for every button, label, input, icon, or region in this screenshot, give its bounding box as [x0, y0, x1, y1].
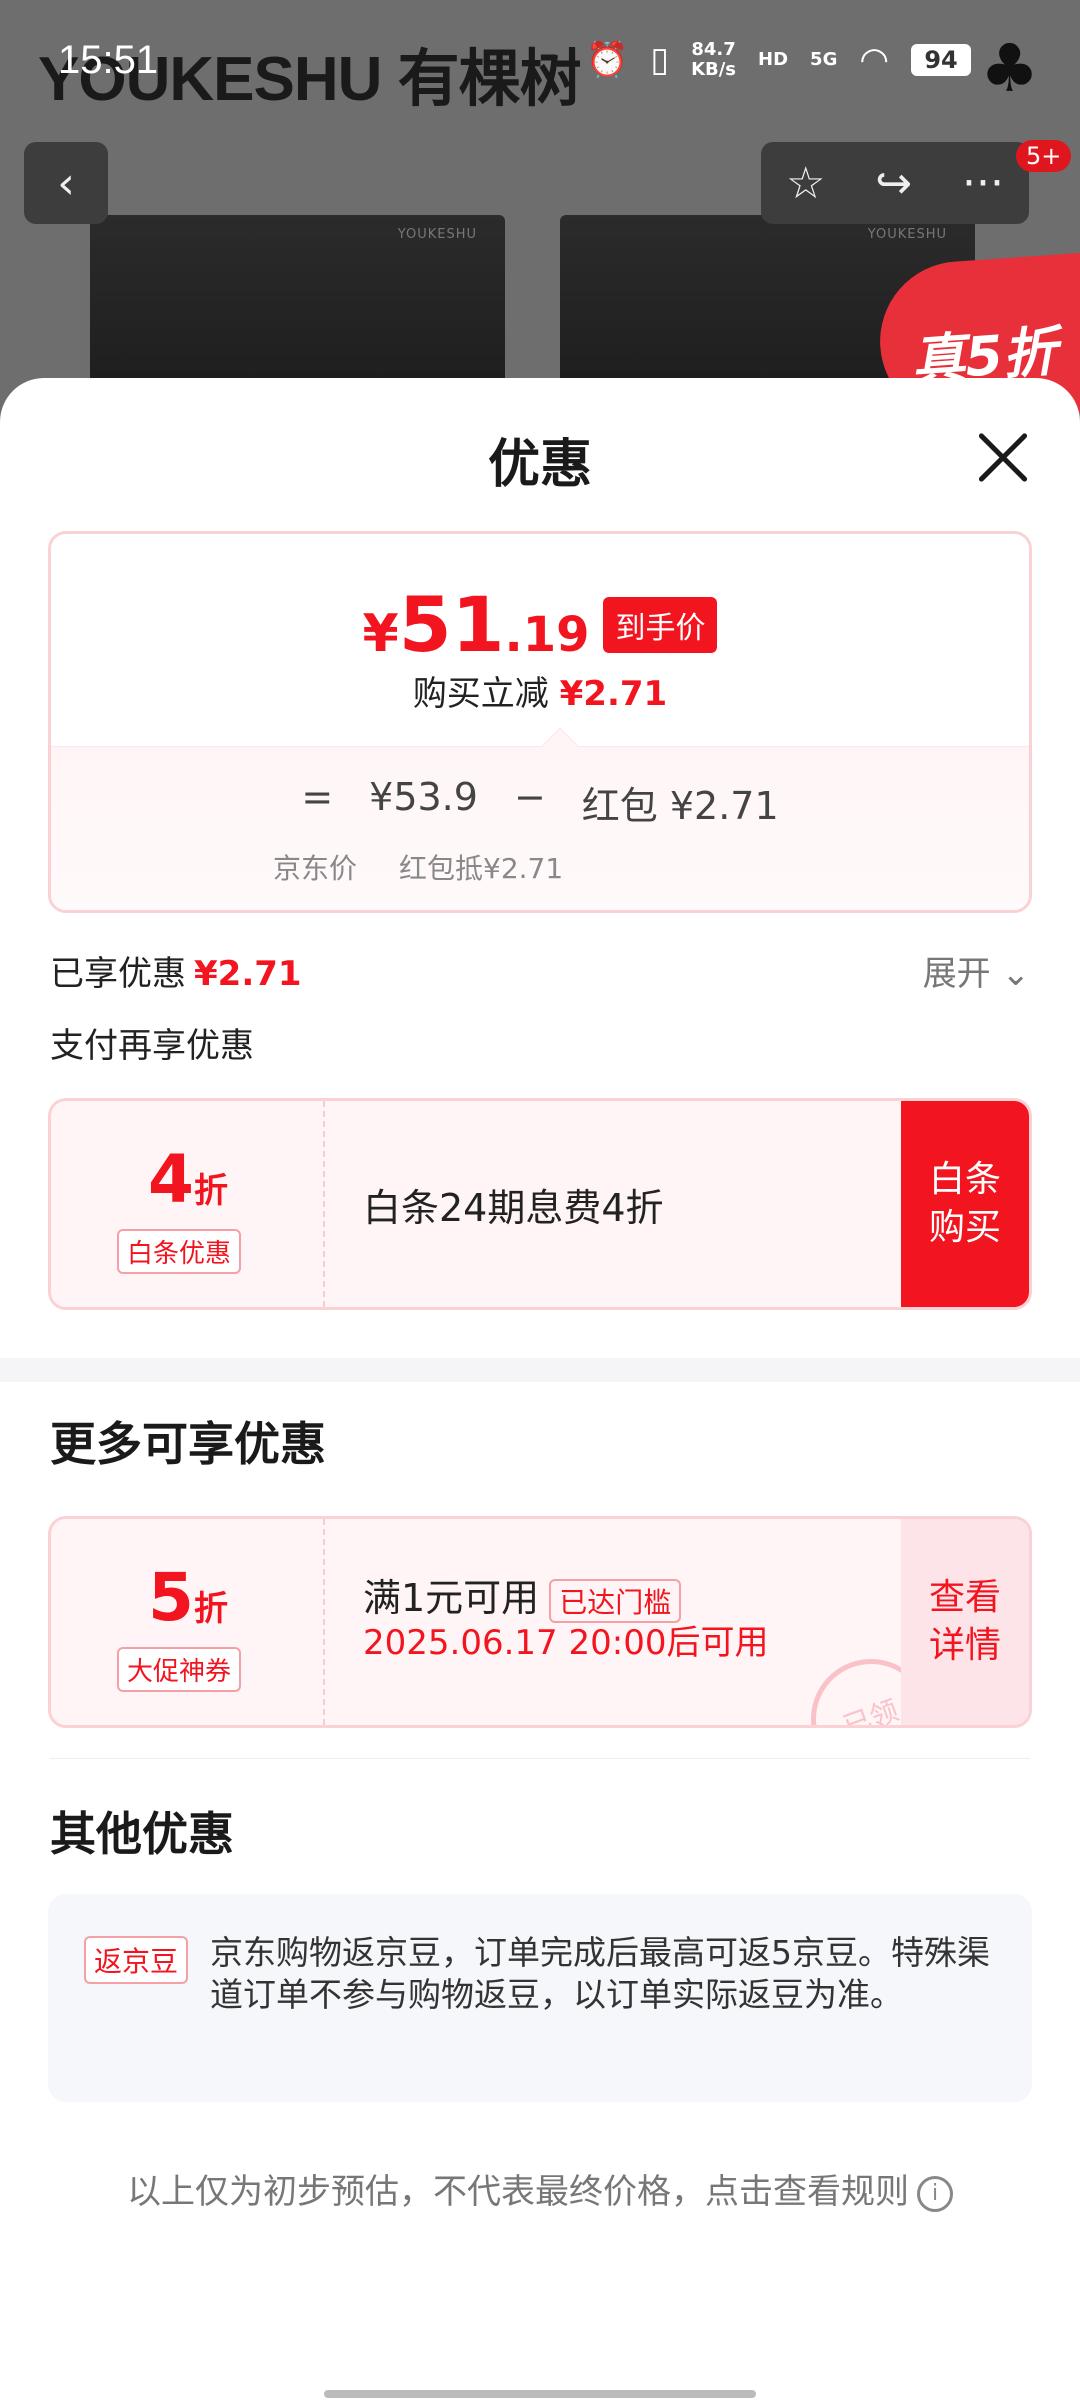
promo-coupon[interactable]: 5折 大促神券 满1元可用 已达门槛 2025.06.17 20:00后可用 已领… [48, 1516, 1032, 1728]
vibrate-icon: ▯ [650, 40, 670, 80]
enjoyed-discount: 已享优惠 ¥2.71 [50, 954, 302, 994]
close-icon[interactable] [976, 430, 1030, 484]
jingdou-tag: 返京豆 [84, 1936, 189, 1984]
price-currency: ¥ [362, 604, 399, 664]
expand-toggle[interactable]: 展开 ⌄ [923, 946, 1030, 995]
chevron-left-icon: ‹ [57, 157, 75, 209]
discount-sheet: 优惠 ¥ 51 .19 到手价 购买立减 ¥2.71 = ¥53.9 − 红包 … [0, 378, 1080, 2408]
baitiao-buy-button[interactable]: 白条 购买 [901, 1101, 1029, 1307]
jd-price: ¥53.9 [369, 775, 478, 819]
status-bar: 15:51 ⏰ ▯ 84.7 KB/s HD 5G ◠ 94 [0, 0, 1080, 120]
chevron-down-icon: ⌄ [1001, 954, 1031, 994]
sheet-title: 优惠 [487, 435, 592, 495]
baitiao-text: 白条24期息费4折 [363, 1186, 664, 1230]
home-indicator[interactable] [324, 2390, 756, 2398]
jd-price-label: 京东价 [273, 852, 358, 885]
price-formula: = ¥53.9 − 红包 ¥2.71 [301, 775, 779, 828]
top-actions: ☆ ↪ ··· [761, 142, 1029, 224]
other-discounts-title: 其他优惠 [50, 1807, 234, 1861]
jingdou-text: 京东购物返京豆，订单完成后最高可返5京豆。特殊渠道订单不参与购物返豆，以订单实际… [210, 1933, 990, 2014]
final-price-tag: 到手价 [603, 596, 718, 653]
star-icon[interactable]: ☆ [786, 158, 825, 209]
wifi-icon: ◠ [859, 40, 890, 80]
price-card: ¥ 51 .19 到手价 购买立减 ¥2.71 = ¥53.9 − 红包 ¥2.… [48, 531, 1032, 913]
alarm-icon: ⏰ [586, 40, 629, 80]
cart-badge: 5+ [1016, 140, 1072, 172]
jingdou-info: 返京豆 京东购物返京豆，订单完成后最高可返5京豆。特殊渠道订单不参与购物返豆，以… [48, 1894, 1032, 2102]
baitiao-tag: 白条优惠 [117, 1229, 242, 1274]
baitiao-coupon[interactable]: 4折 白条优惠 白条24期息费4折 白条 购买 [48, 1098, 1032, 1310]
hongbao-label: 红包抵¥2.71 [399, 852, 564, 885]
share-icon[interactable]: ↪ [875, 158, 912, 209]
more-icon[interactable]: ··· [962, 158, 1004, 209]
instant-discount: 购买立减 ¥2.71 [412, 674, 668, 714]
info-icon[interactable]: i [917, 2175, 953, 2212]
price-integer: 51 [398, 580, 505, 669]
signal-icon: 5G [810, 49, 838, 70]
coupon-tag: 大促神券 [117, 1647, 242, 1692]
price-decimal: .19 [504, 607, 590, 663]
more-discounts-title: 更多可享优惠 [50, 1417, 326, 1471]
rules-note[interactable]: 以上仅为初步预估，不代表最终价格，点击查看规则 i [0, 2164, 1080, 2213]
coupon-date: 2025.06.17 20:00后可用 [363, 1623, 769, 1663]
hd-icon: HD [758, 49, 789, 70]
clock: 15:51 [58, 38, 159, 82]
hongbao-value: 红包 ¥2.71 [581, 784, 779, 828]
pay-more-label: 支付再享优惠 [50, 1026, 254, 1066]
coupon-detail-button[interactable]: 查看 详情 [901, 1519, 1029, 1725]
battery-icon: 94 [911, 44, 972, 76]
back-button[interactable]: ‹ [24, 142, 108, 224]
net-speed: 84.7 KB/s [691, 39, 737, 80]
